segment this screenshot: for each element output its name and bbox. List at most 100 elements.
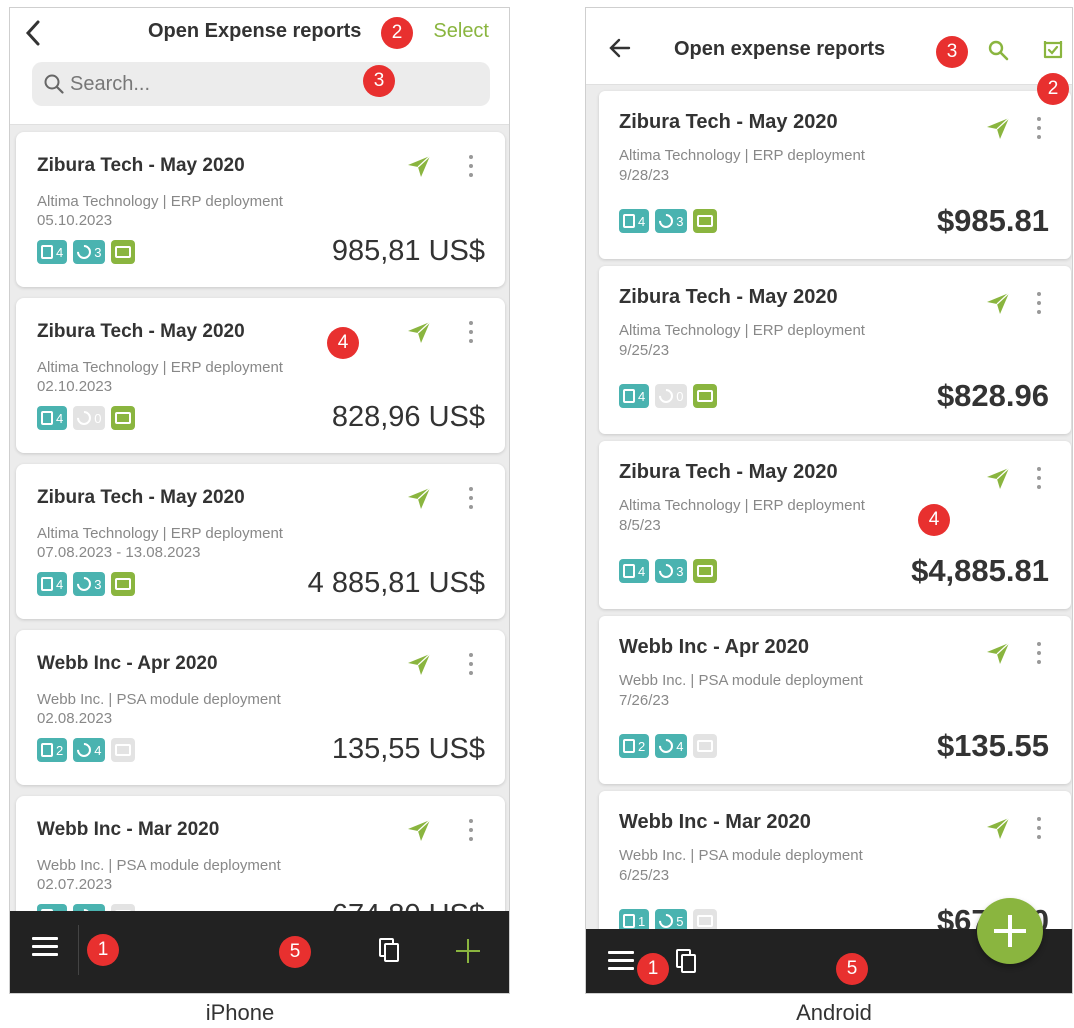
report-amount: $985.81 bbox=[936, 203, 1049, 238]
report-card[interactable]: Zibura Tech - May 2020 Altima Technology … bbox=[16, 132, 505, 287]
android-header: Open expense reports bbox=[586, 8, 1072, 85]
report-amount: 828,96 US$ bbox=[331, 401, 485, 433]
receipts-badge: 2 bbox=[619, 734, 650, 758]
report-date: 02.08.2023 bbox=[37, 710, 113, 727]
report-project: Altima Technology | ERP deployment bbox=[37, 525, 283, 542]
select-check-icon[interactable] bbox=[1041, 37, 1065, 61]
receipts-count: 4 bbox=[638, 213, 646, 229]
receipts-count: 4 bbox=[56, 576, 64, 592]
add-report-button[interactable] bbox=[977, 898, 1043, 964]
report-card[interactable]: Webb Inc - Apr 2020 Webb Inc. | PSA modul… bbox=[599, 616, 1071, 784]
report-title: Webb Inc - Mar 2020 bbox=[619, 811, 811, 833]
attachments-badge: 5 bbox=[655, 909, 688, 931]
report-card[interactable]: Webb Inc - Apr 2020 Webb Inc. | PSA modul… bbox=[16, 630, 505, 785]
report-project: Webb Inc. | PSA module deployment bbox=[619, 847, 863, 864]
marker-2: 2 bbox=[381, 17, 413, 49]
send-icon[interactable] bbox=[985, 465, 1011, 491]
search-icon[interactable] bbox=[986, 38, 1010, 62]
comments-badge bbox=[693, 909, 718, 931]
menu-icon[interactable] bbox=[608, 951, 634, 975]
plus-icon[interactable] bbox=[456, 939, 480, 963]
report-title: Zibura Tech - May 2020 bbox=[619, 111, 838, 133]
attachment-icon bbox=[656, 386, 677, 406]
report-date: 02.07.2023 bbox=[37, 876, 113, 893]
marker-1: 1 bbox=[637, 953, 669, 985]
send-icon[interactable] bbox=[985, 115, 1011, 141]
more-vertical-icon[interactable] bbox=[1035, 465, 1043, 491]
send-icon[interactable] bbox=[406, 319, 432, 345]
marker-1: 1 bbox=[87, 934, 119, 966]
send-icon[interactable] bbox=[406, 651, 432, 677]
comment-icon bbox=[697, 740, 714, 752]
receipts-count: 4 bbox=[638, 388, 646, 404]
report-amount: 135,55 US$ bbox=[331, 733, 485, 765]
send-icon[interactable] bbox=[406, 153, 432, 179]
attachments-badge: 0 bbox=[655, 384, 688, 408]
report-card[interactable]: Zibura Tech - May 2020 Altima Technology … bbox=[599, 441, 1071, 609]
page-title: Open Expense reports bbox=[148, 20, 362, 42]
comments-badge bbox=[111, 738, 136, 762]
receipts-badge: 4 bbox=[619, 209, 650, 233]
report-list: Zibura Tech - May 2020 Altima Technology … bbox=[10, 125, 509, 911]
report-title: Zibura Tech - May 2020 bbox=[37, 487, 245, 508]
receipts-badge: 4 bbox=[619, 384, 650, 408]
report-card[interactable]: Zibura Tech - May 2020 Altima Technology … bbox=[599, 266, 1071, 434]
more-vertical-icon[interactable] bbox=[467, 319, 475, 345]
report-amount: 4 885,81 US$ bbox=[307, 567, 485, 599]
search-bar[interactable] bbox=[32, 62, 490, 106]
copy-icon[interactable] bbox=[676, 949, 698, 975]
attachment-icon bbox=[656, 911, 677, 931]
report-badges: 15 bbox=[619, 909, 718, 931]
receipts-badge: 4 bbox=[37, 240, 68, 264]
more-vertical-icon[interactable] bbox=[467, 817, 475, 843]
more-vertical-icon[interactable] bbox=[1035, 290, 1043, 316]
attachments-badge: 4 bbox=[655, 734, 688, 758]
report-badges: 12 bbox=[37, 904, 136, 911]
report-amount: $135.55 bbox=[936, 728, 1049, 763]
attachment-icon bbox=[656, 561, 677, 581]
more-vertical-icon[interactable] bbox=[1035, 640, 1043, 666]
receipts-badge: 2 bbox=[37, 738, 68, 762]
comments-badge bbox=[111, 572, 136, 596]
comment-icon bbox=[697, 215, 714, 227]
send-icon[interactable] bbox=[406, 485, 432, 511]
android-screen: Open expense reports Zibura Tech - May 2… bbox=[585, 7, 1073, 994]
send-icon[interactable] bbox=[406, 817, 432, 843]
copy-icon[interactable] bbox=[379, 938, 401, 964]
attachments-count: 3 bbox=[676, 563, 684, 579]
report-badges: 43 bbox=[619, 559, 718, 583]
receipts-count: 1 bbox=[638, 913, 646, 929]
more-vertical-icon[interactable] bbox=[467, 485, 475, 511]
more-vertical-icon[interactable] bbox=[1035, 815, 1043, 841]
select-button[interactable]: Select bbox=[433, 20, 489, 43]
more-vertical-icon[interactable] bbox=[1035, 115, 1043, 141]
back-arrow-icon[interactable] bbox=[608, 36, 632, 60]
report-card[interactable]: Zibura Tech - May 2020 Altima Technology … bbox=[599, 91, 1071, 259]
receipts-badge: 1 bbox=[619, 909, 650, 931]
comments-badge bbox=[111, 406, 136, 430]
comments-badge bbox=[693, 559, 718, 583]
comments-badge bbox=[693, 209, 718, 233]
search-input[interactable] bbox=[70, 68, 470, 100]
send-icon[interactable] bbox=[985, 815, 1011, 841]
comments-badge bbox=[111, 240, 136, 264]
back-arrow-icon[interactable] bbox=[22, 18, 46, 48]
send-icon[interactable] bbox=[985, 640, 1011, 666]
comment-icon bbox=[697, 915, 714, 927]
report-list: Zibura Tech - May 2020 Altima Technology … bbox=[586, 85, 1072, 931]
receipt-icon bbox=[623, 739, 635, 753]
attachments-count: 5 bbox=[676, 913, 684, 929]
menu-icon[interactable] bbox=[32, 937, 58, 961]
send-icon[interactable] bbox=[985, 290, 1011, 316]
report-card[interactable]: Zibura Tech - May 2020 Altima Technology … bbox=[16, 298, 505, 453]
report-project: Altima Technology | ERP deployment bbox=[619, 147, 865, 164]
report-card[interactable]: Zibura Tech - May 2020 Altima Technology … bbox=[16, 464, 505, 619]
report-card[interactable]: Webb Inc - Mar 2020 Webb Inc. | PSA modul… bbox=[16, 796, 505, 911]
receipts-count: 2 bbox=[56, 742, 64, 758]
report-project: Webb Inc. | PSA module deployment bbox=[619, 672, 863, 689]
more-vertical-icon[interactable] bbox=[467, 651, 475, 677]
receipts-count: 2 bbox=[638, 738, 646, 754]
more-vertical-icon[interactable] bbox=[467, 153, 475, 179]
comment-icon bbox=[115, 578, 132, 590]
attachment-icon bbox=[74, 740, 95, 760]
